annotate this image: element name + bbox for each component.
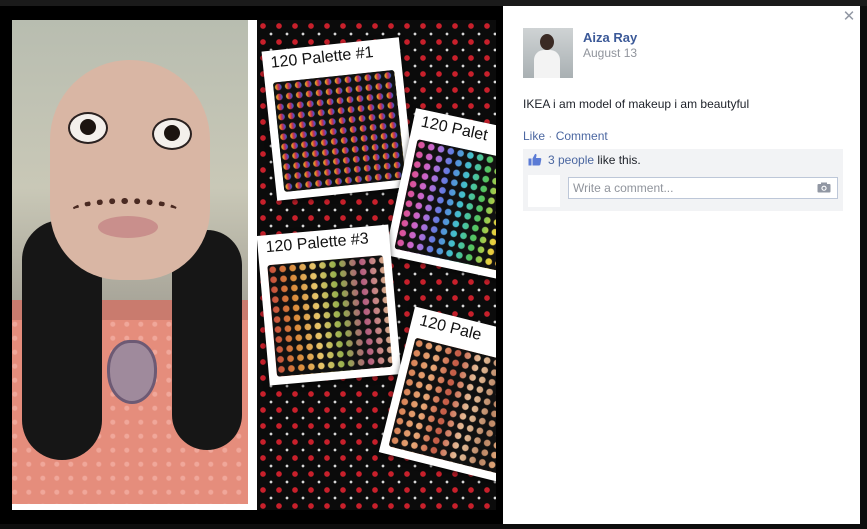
comment-link[interactable]: Comment: [556, 129, 608, 143]
palette-tray-3: [267, 255, 393, 377]
like-summary-suffix: like this.: [594, 153, 641, 167]
people-who-like-link[interactable]: 3 people: [548, 153, 594, 167]
camera-icon[interactable]: [817, 182, 831, 193]
like-thumb-icon: [528, 153, 542, 166]
post-actions: Like · Comment: [523, 129, 608, 143]
necklace-pendant: [107, 340, 157, 404]
comment-box: [568, 177, 838, 199]
palette-tray-4: [388, 337, 496, 474]
like-link[interactable]: Like: [523, 129, 545, 143]
commenter-avatar: [528, 175, 560, 207]
author-name[interactable]: Aiza Ray: [583, 30, 637, 45]
lips: [98, 216, 158, 238]
palette-label-3: 120 Palette #3: [265, 230, 370, 257]
comment-input[interactable]: [569, 178, 813, 198]
face: [50, 60, 210, 280]
post-date[interactable]: August 13: [583, 46, 637, 60]
palette-card-1: 120 Palette #1: [261, 37, 415, 201]
action-separator: ·: [548, 129, 553, 143]
palette-tray-2: [394, 139, 496, 273]
feedback-box: 3 people like this.: [523, 149, 843, 211]
author-avatar[interactable]: [523, 28, 573, 78]
eye-left: [68, 112, 108, 144]
photo-stage[interactable]: 120 Palette #1 120 Palet 120 Palette #3 …: [0, 6, 503, 524]
like-summary: 3 people like this.: [528, 153, 641, 169]
post-caption: IKEA i am model of makeup i am beautyful: [523, 97, 750, 111]
palettes-photo: 120 Palette #1 120 Palet 120 Palette #3 …: [257, 20, 496, 510]
palette-label-2: 120 Palet: [419, 113, 490, 145]
eye-right: [152, 118, 192, 150]
palette-label-1: 120 Palette #1: [269, 43, 375, 72]
palette-card-3: 120 Palette #3: [257, 224, 402, 386]
post-side-panel: ✕ Aiza Ray August 13 IKEA i am model of …: [503, 6, 860, 524]
close-icon[interactable]: ✕: [842, 9, 856, 24]
palette-tray-1: [272, 69, 406, 193]
photo[interactable]: 120 Palette #1 120 Palet 120 Palette #3 …: [12, 20, 496, 510]
selfie-photo: [12, 20, 248, 504]
